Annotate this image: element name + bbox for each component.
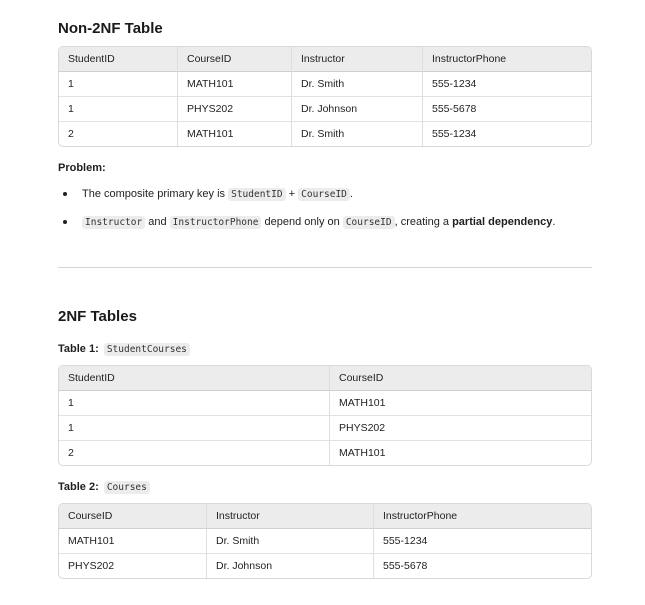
non-2nf-table: StudentID CourseID Instructor Instructor… xyxy=(58,46,592,147)
table-cell: 1 xyxy=(68,397,74,409)
column-header: InstructorPhone xyxy=(422,47,591,72)
code-courseid: CourseID xyxy=(342,216,395,229)
table-cell: MATH101 xyxy=(329,440,591,465)
table-header-row: StudentID CourseID xyxy=(59,366,591,391)
document-page: Non-2NF Table StudentID CourseID Instruc… xyxy=(0,0,645,605)
table-cell: Dr. Johnson xyxy=(291,96,422,121)
table2-label: Table 2: xyxy=(58,481,99,493)
table-cell: 555-1234 xyxy=(422,72,591,96)
table-header-row: StudentID CourseID Instructor Instructor… xyxy=(59,47,591,72)
column-header: InstructorPhone xyxy=(373,504,591,529)
column-header: CourseID xyxy=(329,366,591,391)
section-title-2nf: 2NF Tables xyxy=(58,308,137,325)
student-courses-table: StudentID CourseID 1 MATH101 1 PHYS202 2… xyxy=(58,365,592,466)
code-studentid: StudentID xyxy=(228,188,286,201)
column-header: StudentID xyxy=(59,366,329,391)
table-cell: 1 xyxy=(59,415,329,440)
courses-table: CourseID Instructor InstructorPhone MATH… xyxy=(58,503,592,579)
table-cell: 555-1234 xyxy=(373,529,591,553)
table-cell: 2 xyxy=(59,440,329,465)
code-courseid: CourseID xyxy=(298,188,350,201)
section-divider xyxy=(58,267,592,268)
table-cell: 1 xyxy=(68,78,74,90)
bullet-text: . xyxy=(552,216,556,228)
bullet-text: , creating a xyxy=(394,216,453,228)
table-cell: PHYS202 xyxy=(177,96,291,121)
column-header: StudentID xyxy=(59,47,177,72)
table-cell: MATH101 xyxy=(177,72,291,96)
table-cell: PHYS202 xyxy=(59,553,206,578)
column-header: CourseID xyxy=(177,47,291,72)
column-header: Instructor xyxy=(206,504,373,529)
list-item: The composite primary key is StudentID +… xyxy=(58,186,598,203)
code-instructorphone: InstructorPhone xyxy=(169,216,262,229)
table-cell: MATH101 xyxy=(68,535,115,547)
table1-label: Table 1: xyxy=(58,343,99,355)
table-row: 1 PHYS202 Dr. Johnson 555-5678 xyxy=(59,96,591,121)
table-cell: MATH101 xyxy=(177,121,291,146)
table-cell: 555-5678 xyxy=(422,96,591,121)
table-cell: 555-5678 xyxy=(373,553,591,578)
list-item: Instructor and InstructorPhone depend on… xyxy=(58,214,598,231)
column-header: Instructor xyxy=(291,47,422,72)
bullet-text: The composite primary key is xyxy=(82,188,229,200)
table-cell: Dr. Smith xyxy=(291,72,422,96)
table-row: PHYS202 Dr. Johnson 555-5678 xyxy=(59,553,591,578)
bullet-text: . xyxy=(349,188,353,200)
table-header-row: CourseID Instructor InstructorPhone xyxy=(59,504,591,529)
table-cell: Dr. Johnson xyxy=(206,553,373,578)
problem-list: The composite primary key is StudentID +… xyxy=(58,186,598,231)
table-cell: 2 xyxy=(59,121,177,146)
table-row: 1 MATH101 xyxy=(59,391,591,415)
table-cell: 1 xyxy=(59,96,177,121)
table-cell: 555-1234 xyxy=(422,121,591,146)
bullet-text: depend only on xyxy=(261,216,343,228)
table2-caption: Table 2: Courses xyxy=(58,481,150,494)
bullet-text: + xyxy=(285,188,299,200)
table-row: MATH101 Dr. Smith 555-1234 xyxy=(59,529,591,553)
problem-label: Problem: xyxy=(58,162,106,174)
table-row: 2 MATH101 Dr. Smith 555-1234 xyxy=(59,121,591,146)
table-row: 2 MATH101 xyxy=(59,440,591,465)
code-studentcourses: StudentCourses xyxy=(103,343,190,356)
table-cell: PHYS202 xyxy=(329,415,591,440)
table-row: 1 PHYS202 xyxy=(59,415,591,440)
column-header: CourseID xyxy=(59,504,206,529)
bullet-text: and xyxy=(145,216,170,228)
code-courses: Courses xyxy=(103,481,150,494)
section-title-non-2nf: Non-2NF Table xyxy=(58,20,163,37)
code-instructor: Instructor xyxy=(82,216,146,229)
table-cell: Dr. Smith xyxy=(291,121,422,146)
table-row: 1 MATH101 Dr. Smith 555-1234 xyxy=(59,72,591,96)
table-cell: Dr. Smith xyxy=(206,529,373,553)
table-cell: MATH101 xyxy=(329,391,591,415)
table1-caption: Table 1: StudentCourses xyxy=(58,343,190,356)
bold-term: partial dependency xyxy=(452,216,553,228)
